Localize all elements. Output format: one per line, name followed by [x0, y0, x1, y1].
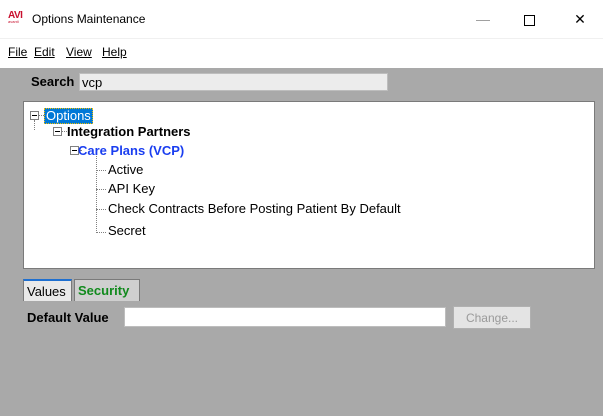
tree-connector [96, 189, 106, 190]
minimize-button[interactable]: — [460, 0, 506, 38]
tab-security[interactable]: Security [74, 279, 140, 301]
collapse-icon[interactable] [53, 127, 62, 136]
tree-node-api-key[interactable]: API Key [108, 181, 155, 196]
maximize-button[interactable] [506, 0, 552, 38]
menu-help[interactable]: Help [102, 45, 127, 59]
menu-edit[interactable]: Edit [34, 45, 55, 59]
default-value-label: Default Value [27, 310, 109, 325]
minimize-icon: — [476, 11, 490, 27]
options-tree[interactable]: Options Integration Partners Care Plans … [23, 101, 595, 269]
tree-connector [34, 120, 35, 130]
menu-bar: File Edit View Help [0, 42, 603, 62]
tree-node-options[interactable]: Options [44, 108, 93, 124]
default-value-input[interactable] [124, 307, 446, 327]
maximize-icon [523, 14, 535, 26]
tree-node-check-contracts[interactable]: Check Contracts Before Posting Patient B… [108, 201, 401, 216]
app-logo-icon: AVI avanti [8, 10, 23, 24]
title-bar: AVI avanti Options Maintenance — ✕ [0, 0, 603, 38]
tree-node-secret[interactable]: Secret [108, 223, 146, 238]
tree-connector [96, 232, 106, 233]
change-button[interactable]: Change... [453, 306, 531, 329]
search-input[interactable] [79, 73, 388, 91]
tree-node-care-plans[interactable]: Care Plans (VCP) [78, 143, 184, 158]
tree-node-integration-partners[interactable]: Integration Partners [67, 124, 191, 139]
tab-values[interactable]: Values [23, 279, 72, 301]
tree-connector [96, 170, 106, 171]
collapse-icon[interactable] [30, 111, 39, 120]
menu-file[interactable]: File [8, 45, 27, 59]
close-icon: ✕ [574, 11, 586, 27]
window-title: Options Maintenance [32, 12, 146, 26]
title-divider [0, 38, 603, 39]
close-button[interactable]: ✕ [557, 0, 603, 38]
search-label: Search [31, 74, 75, 89]
menu-view[interactable]: View [66, 45, 92, 59]
tree-connector [96, 156, 97, 233]
tree-connector [96, 209, 106, 210]
tree-node-active[interactable]: Active [108, 162, 143, 177]
